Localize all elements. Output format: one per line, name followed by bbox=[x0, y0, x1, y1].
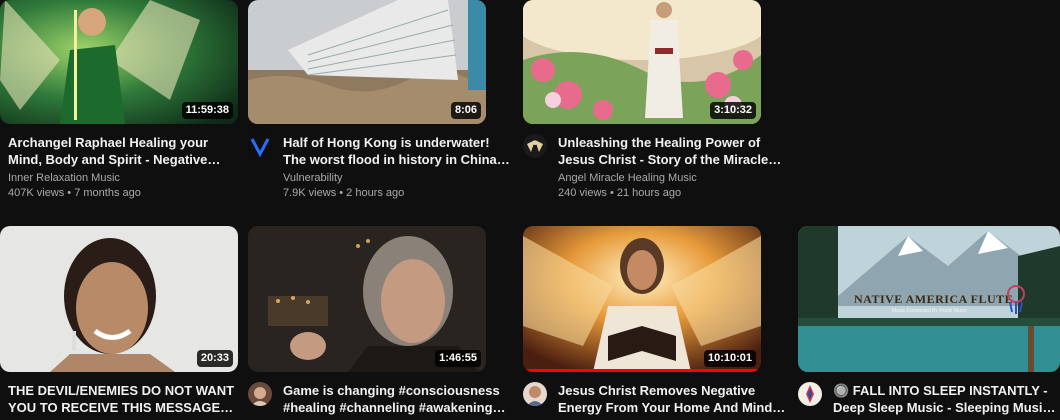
channel-name[interactable]: Inner Relaxation Music bbox=[8, 171, 238, 186]
video-title[interactable]: Archangel Raphael Healing your Mind, Bod… bbox=[8, 134, 238, 168]
video-duration: 1:46:55 bbox=[435, 350, 481, 367]
video-title[interactable]: Half of Hong Kong is underwater! The wor… bbox=[283, 134, 513, 168]
video-thumbnail[interactable]: NATIVE AMERICA FLUTE Music Composed By F… bbox=[798, 226, 1060, 372]
video-duration: 10:10:01 bbox=[703, 350, 756, 367]
thumbnail-overlay-subtitle: Music Composed By Flutist Music bbox=[892, 308, 968, 314]
video-title[interactable]: Game is changing #consciousness #healing… bbox=[283, 382, 513, 416]
woman-avatar bbox=[248, 382, 272, 406]
video-title[interactable]: Unleashing the Healing Power of Jesus Ch… bbox=[558, 134, 788, 168]
video-duration: 20:33 bbox=[196, 350, 233, 367]
channel-avatar[interactable] bbox=[248, 382, 272, 406]
channel-name[interactable]: Angel Miracle Healing Music bbox=[558, 171, 788, 186]
v-logo-avatar bbox=[248, 134, 272, 158]
video-title[interactable]: Jesus Christ Removes Negative Energy Fro… bbox=[558, 382, 788, 416]
channel-avatar[interactable] bbox=[248, 134, 272, 158]
watch-progress-bar bbox=[523, 369, 761, 372]
dreamcatcher-icon bbox=[1007, 285, 1025, 314]
channel-name[interactable]: Vulnerability bbox=[283, 171, 513, 186]
video-stats: 407K views • 7 months ago bbox=[8, 187, 141, 199]
video-duration: 8:06 bbox=[450, 102, 481, 119]
video-duration: 3:10:32 bbox=[710, 102, 756, 119]
video-thumbnail[interactable]: 3:10:32 bbox=[523, 0, 761, 124]
channel-avatar[interactable] bbox=[523, 134, 547, 158]
video-thumbnail[interactable]: 8:06 bbox=[248, 0, 486, 124]
video-thumbnail[interactable]: 20:33 bbox=[0, 226, 238, 372]
video-thumbnail[interactable]: 11:59:38 bbox=[0, 0, 238, 124]
video-duration: 11:59:38 bbox=[181, 102, 233, 119]
video-thumbnail[interactable]: 10:10:01 bbox=[523, 226, 761, 372]
channel-avatar[interactable] bbox=[798, 382, 822, 406]
video-title[interactable]: THE DEVIL/ENEMIES DO NOT WANT YOU TO REC… bbox=[8, 382, 238, 416]
video-stats: 7.9K views • 2 hours ago bbox=[283, 187, 405, 199]
video-stats: 240 views • 21 hours ago bbox=[558, 187, 682, 199]
feather-avatar bbox=[798, 382, 822, 406]
thumbnail-overlay-title: NATIVE AMERICA FLUTE bbox=[854, 292, 1014, 306]
video-title[interactable]: 🔘 FALL INTO SLEEP INSTANTLY - Deep Sleep… bbox=[833, 382, 1059, 416]
angel-logo-avatar bbox=[523, 134, 547, 158]
channel-avatar[interactable] bbox=[523, 382, 547, 406]
video-thumbnail[interactable]: 1:46:55 bbox=[248, 226, 486, 372]
woman-avatar-2 bbox=[523, 382, 547, 406]
